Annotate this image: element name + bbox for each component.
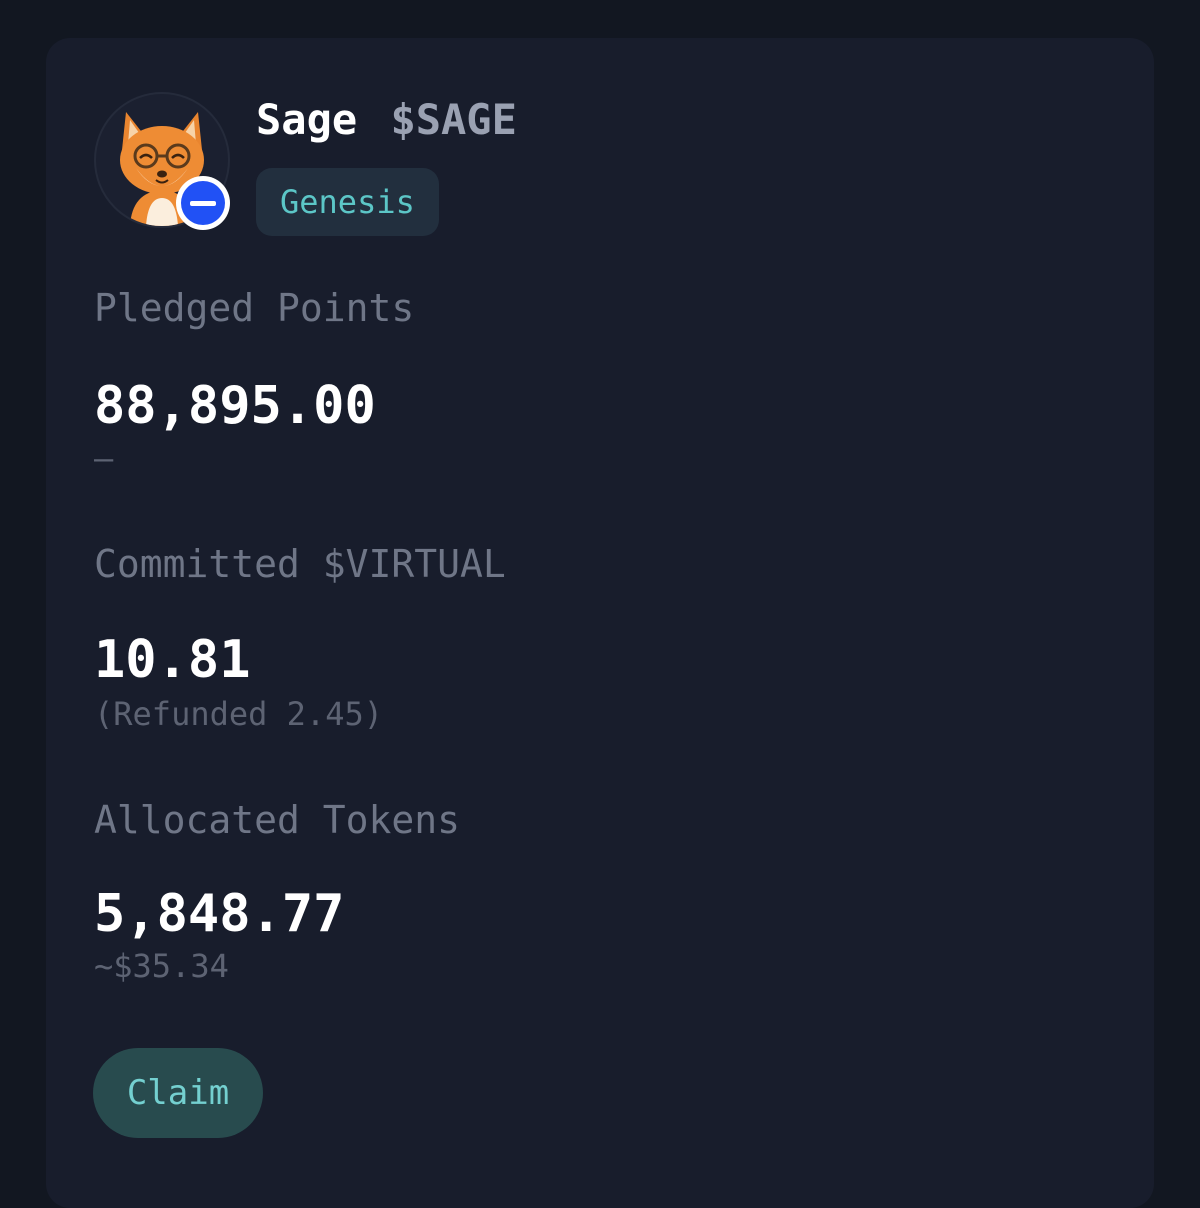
pledged-points-sub: – xyxy=(94,439,114,477)
project-title: Sage $SAGE xyxy=(256,94,517,146)
pledged-points-section: Pledged Points 88,895.00 – xyxy=(94,286,414,478)
committed-virtual-value: 10.81 xyxy=(94,630,251,690)
pledged-points-label: Pledged Points xyxy=(94,286,415,330)
allocated-tokens-value: 5,848.77 xyxy=(94,884,345,944)
avatar-container xyxy=(94,92,230,230)
claim-button[interactable]: Claim xyxy=(93,1048,263,1138)
project-name: Sage xyxy=(256,95,358,144)
committed-virtual-section: Committed $VIRTUAL 10.81 (Refunded 2.45) xyxy=(94,542,506,734)
project-header: Sage $SAGE Genesis xyxy=(94,92,517,236)
genesis-tag: Genesis xyxy=(256,168,439,236)
allocated-usd-value: ~$35.34 xyxy=(94,947,229,985)
launch-card: Sage $SAGE Genesis Pledged Points 88,895… xyxy=(46,38,1154,1208)
allocated-tokens-section: Allocated Tokens 5,848.77 ~$35.34 xyxy=(94,798,460,986)
allocated-tokens-label: Allocated Tokens xyxy=(94,798,461,842)
committed-virtual-label: Committed $VIRTUAL xyxy=(94,542,506,586)
base-chain-bar xyxy=(190,200,216,206)
base-chain-inner xyxy=(181,181,225,225)
project-title-block: Sage $SAGE Genesis xyxy=(256,92,517,236)
project-ticker: $SAGE xyxy=(390,95,517,144)
refunded-amount: (Refunded 2.45) xyxy=(94,695,383,733)
pledged-points-value: 88,895.00 xyxy=(94,376,376,436)
base-chain-icon xyxy=(176,176,230,230)
